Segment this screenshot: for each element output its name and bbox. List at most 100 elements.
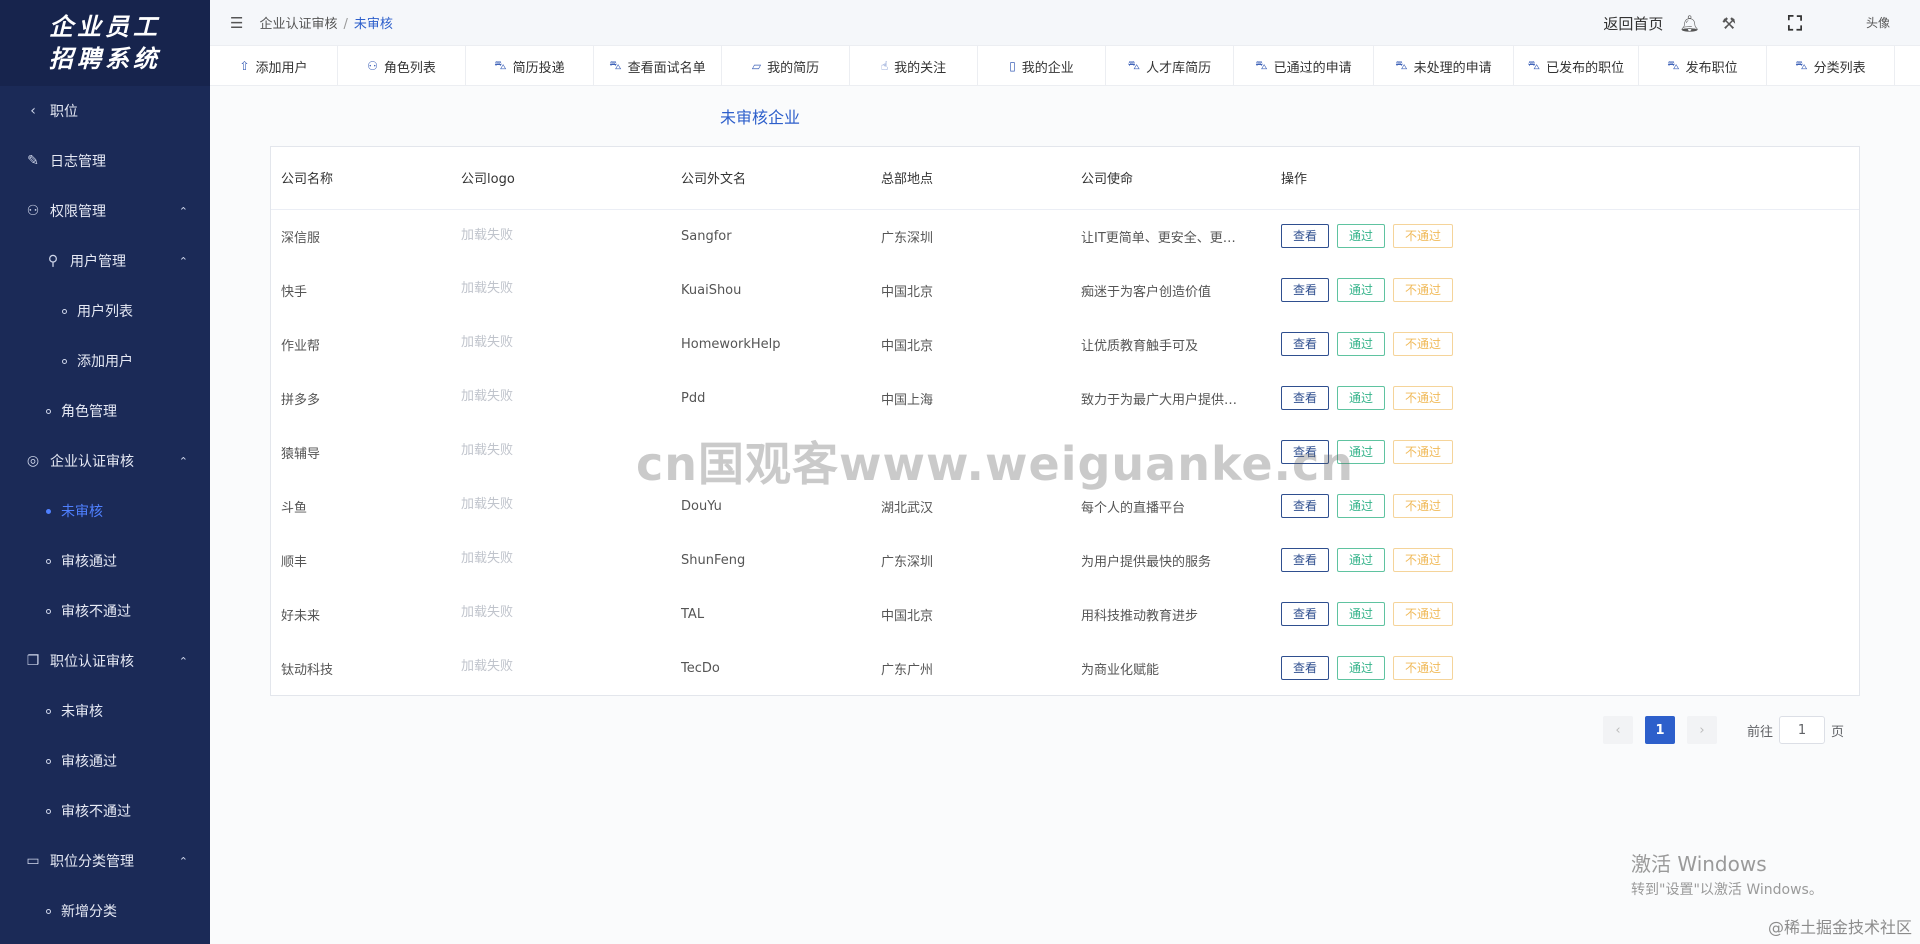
sidebar-item[interactable]: 未审核: [0, 686, 210, 736]
sidebar-item[interactable]: ▭ 职位分类管理 ⌃: [0, 836, 210, 886]
reject-button[interactable]: 不通过: [1393, 332, 1454, 356]
quick-tab[interactable]: ⛍ 已通过的申请: [1234, 46, 1374, 86]
reject-button[interactable]: 不通过: [1393, 386, 1454, 410]
reject-button[interactable]: 不通过: [1393, 494, 1454, 518]
reject-button[interactable]: 不通过: [1393, 548, 1454, 572]
quick-tab[interactable]: ☝ 我的关注: [850, 46, 978, 86]
avatar[interactable]: 头像: [1858, 17, 1898, 29]
bell-icon[interactable]: 🔔︎: [1679, 14, 1699, 33]
approve-button[interactable]: 通过: [1337, 548, 1386, 572]
quick-tab[interactable]: ⛍ 发布职位: [1639, 46, 1767, 86]
view-button[interactable]: 查看: [1281, 332, 1330, 356]
car-icon: ⛍: [1255, 58, 1268, 72]
view-button[interactable]: 查看: [1281, 548, 1330, 572]
quick-tab-label: 添加用户: [255, 60, 308, 76]
sidebar-item[interactable]: ✎ 日志管理: [0, 136, 210, 186]
brand-line-1: 企业员工: [49, 12, 161, 41]
approve-button[interactable]: 通过: [1337, 386, 1386, 410]
sidebar-item[interactable]: ⚲ 用户管理 ⌃: [0, 236, 210, 286]
sidebar-item[interactable]: 新增分类: [0, 886, 210, 936]
sidebar-item[interactable]: 审核不通过: [0, 586, 210, 636]
log-icon: ✎: [27, 153, 39, 169]
reject-button[interactable]: 不通过: [1393, 278, 1454, 302]
approve-button[interactable]: 通过: [1337, 278, 1386, 302]
approve-button[interactable]: 通过: [1337, 656, 1386, 680]
sidebar-item[interactable]: 审核不通过: [0, 786, 210, 836]
reject-button[interactable]: 不通过: [1393, 440, 1454, 464]
menu-toggle-icon[interactable]: ☰: [230, 14, 243, 32]
company-logo-cell: 加载失败: [461, 551, 514, 566]
view-button[interactable]: 查看: [1281, 386, 1330, 410]
actions-cell: 查看 通过 不通过: [1271, 263, 1859, 317]
approve-button[interactable]: 通过: [1337, 332, 1386, 356]
magic-wand-icon[interactable]: ⚒: [1722, 14, 1736, 33]
mission-cell: 每个人的直播平台: [1081, 500, 1186, 516]
quick-tab[interactable]: ▯ 我的企业: [978, 46, 1106, 86]
quick-tab-label: 查看面试名单: [627, 60, 706, 76]
approve-button[interactable]: 通过: [1337, 224, 1386, 249]
next-page-button[interactable]: ›: [1687, 716, 1717, 744]
actions-cell: 查看 通过 不通过: [1271, 425, 1859, 479]
page-number-button[interactable]: 1: [1645, 716, 1675, 744]
user-manage-icon: ⚲: [47, 253, 59, 269]
sidebar-item[interactable]: 审核通过: [0, 536, 210, 586]
quick-tab[interactable]: ⛍ 分类列表: [1767, 46, 1895, 86]
sidebar-item[interactable]: 角色管理: [0, 386, 210, 436]
goto-page: 前往 页: [1747, 716, 1844, 744]
sidebar-item[interactable]: 审核通过: [0, 736, 210, 786]
sidebar-item[interactable]: ❐ 职位认证审核 ⌃: [0, 636, 210, 686]
view-button[interactable]: 查看: [1281, 494, 1330, 518]
quick-tab[interactable]: ⚇ 角色列表: [338, 46, 466, 86]
quick-tab[interactable]: ⛍ 简历投递: [466, 46, 594, 86]
sidebar-item[interactable]: 未审核: [0, 486, 210, 536]
car-icon: ⛍: [1395, 58, 1408, 72]
view-button[interactable]: 查看: [1281, 440, 1330, 464]
view-button[interactable]: 查看: [1281, 656, 1330, 680]
windows-activation-notice: 激活 Windows 转到"设置"以激活 Windows。: [1631, 848, 1823, 899]
quick-tab[interactable]: ⛍ 查看面试名单: [594, 46, 722, 86]
approve-button[interactable]: 通过: [1337, 440, 1386, 464]
pagination: ‹ 1 › 前往 页: [1603, 716, 1844, 744]
copy-icon: ❐: [26, 653, 40, 669]
home-link[interactable]: 返回首页: [1603, 13, 1663, 34]
quick-tab[interactable]: ⛍ 人才库简历: [1106, 46, 1234, 86]
sidebar-item[interactable]: ‹ 职位: [0, 86, 210, 136]
sidebar-item[interactable]: ⚇ 权限管理 ⌃: [0, 186, 210, 236]
table-row: 拼多多 加载失败 Pdd 中国上海 致力于为最广大用户提供… 查看 通过 不通过: [271, 371, 1859, 425]
sidebar-item[interactable]: 用户列表: [0, 286, 210, 336]
reject-button[interactable]: 不通过: [1393, 224, 1454, 249]
reject-button[interactable]: 不通过: [1393, 602, 1454, 626]
fullscreen-icon[interactable]: ⛶: [1788, 11, 1802, 35]
bullet-icon: [46, 808, 51, 814]
headquarters-cell: 广东深圳: [881, 554, 934, 570]
brand-logo[interactable]: 企业员工 招聘系统: [0, 0, 210, 86]
quick-tab[interactable]: ⛍ 已发布的职位: [1514, 46, 1639, 86]
actions-cell: 查看 通过 不通过: [1271, 533, 1859, 587]
goto-page-input[interactable]: [1779, 716, 1826, 744]
bullet-icon: [46, 558, 51, 564]
company-name-cell: 斗鱼: [281, 500, 308, 516]
prev-page-button[interactable]: ‹: [1603, 716, 1633, 744]
reject-button[interactable]: 不通过: [1393, 656, 1454, 680]
quick-tab-label: 我的关注: [894, 60, 947, 76]
quick-tab-label: 人才库简历: [1146, 60, 1212, 76]
sidebar-item[interactable]: 添加用户: [0, 336, 210, 386]
view-button[interactable]: 查看: [1281, 224, 1330, 249]
bullet-icon: [46, 708, 51, 714]
quick-tab[interactable]: ⇧ 添加用户: [210, 46, 338, 86]
approve-button[interactable]: 通过: [1337, 494, 1386, 518]
approve-button[interactable]: 通过: [1337, 602, 1386, 626]
car-icon: ⛍: [494, 58, 507, 72]
sidebar-item[interactable]: ◎ 企业认证审核 ⌃: [0, 436, 210, 486]
quick-tab[interactable]: ⛍ 未处理的申请: [1374, 46, 1514, 86]
headquarters-cell: [871, 425, 1071, 479]
quick-tab-label: 分类列表: [1813, 60, 1866, 76]
column-header: 操作: [1271, 147, 1859, 210]
sidebar-menu: ‹ 职位 ✎ 日志管理 ⚇ 权限管理 ⌃ ⚲ 用户管理 ⌃ 用户列表 添加用户 角色管理 ◎ 企业认证审核 ⌃…: [0, 86, 210, 936]
table-row: 深信服 加载失败 Sangfor 广东深圳 让IT更简单、更安全、更… 查看 通过 不通过: [271, 209, 1859, 263]
sidebar-item-label: 权限管理: [50, 204, 106, 220]
view-button[interactable]: 查看: [1281, 278, 1330, 302]
quick-tab[interactable]: ▱ 我的简历: [722, 46, 850, 86]
breadcrumb-parent[interactable]: 企业认证审核: [259, 17, 337, 32]
view-button[interactable]: 查看: [1281, 602, 1330, 626]
